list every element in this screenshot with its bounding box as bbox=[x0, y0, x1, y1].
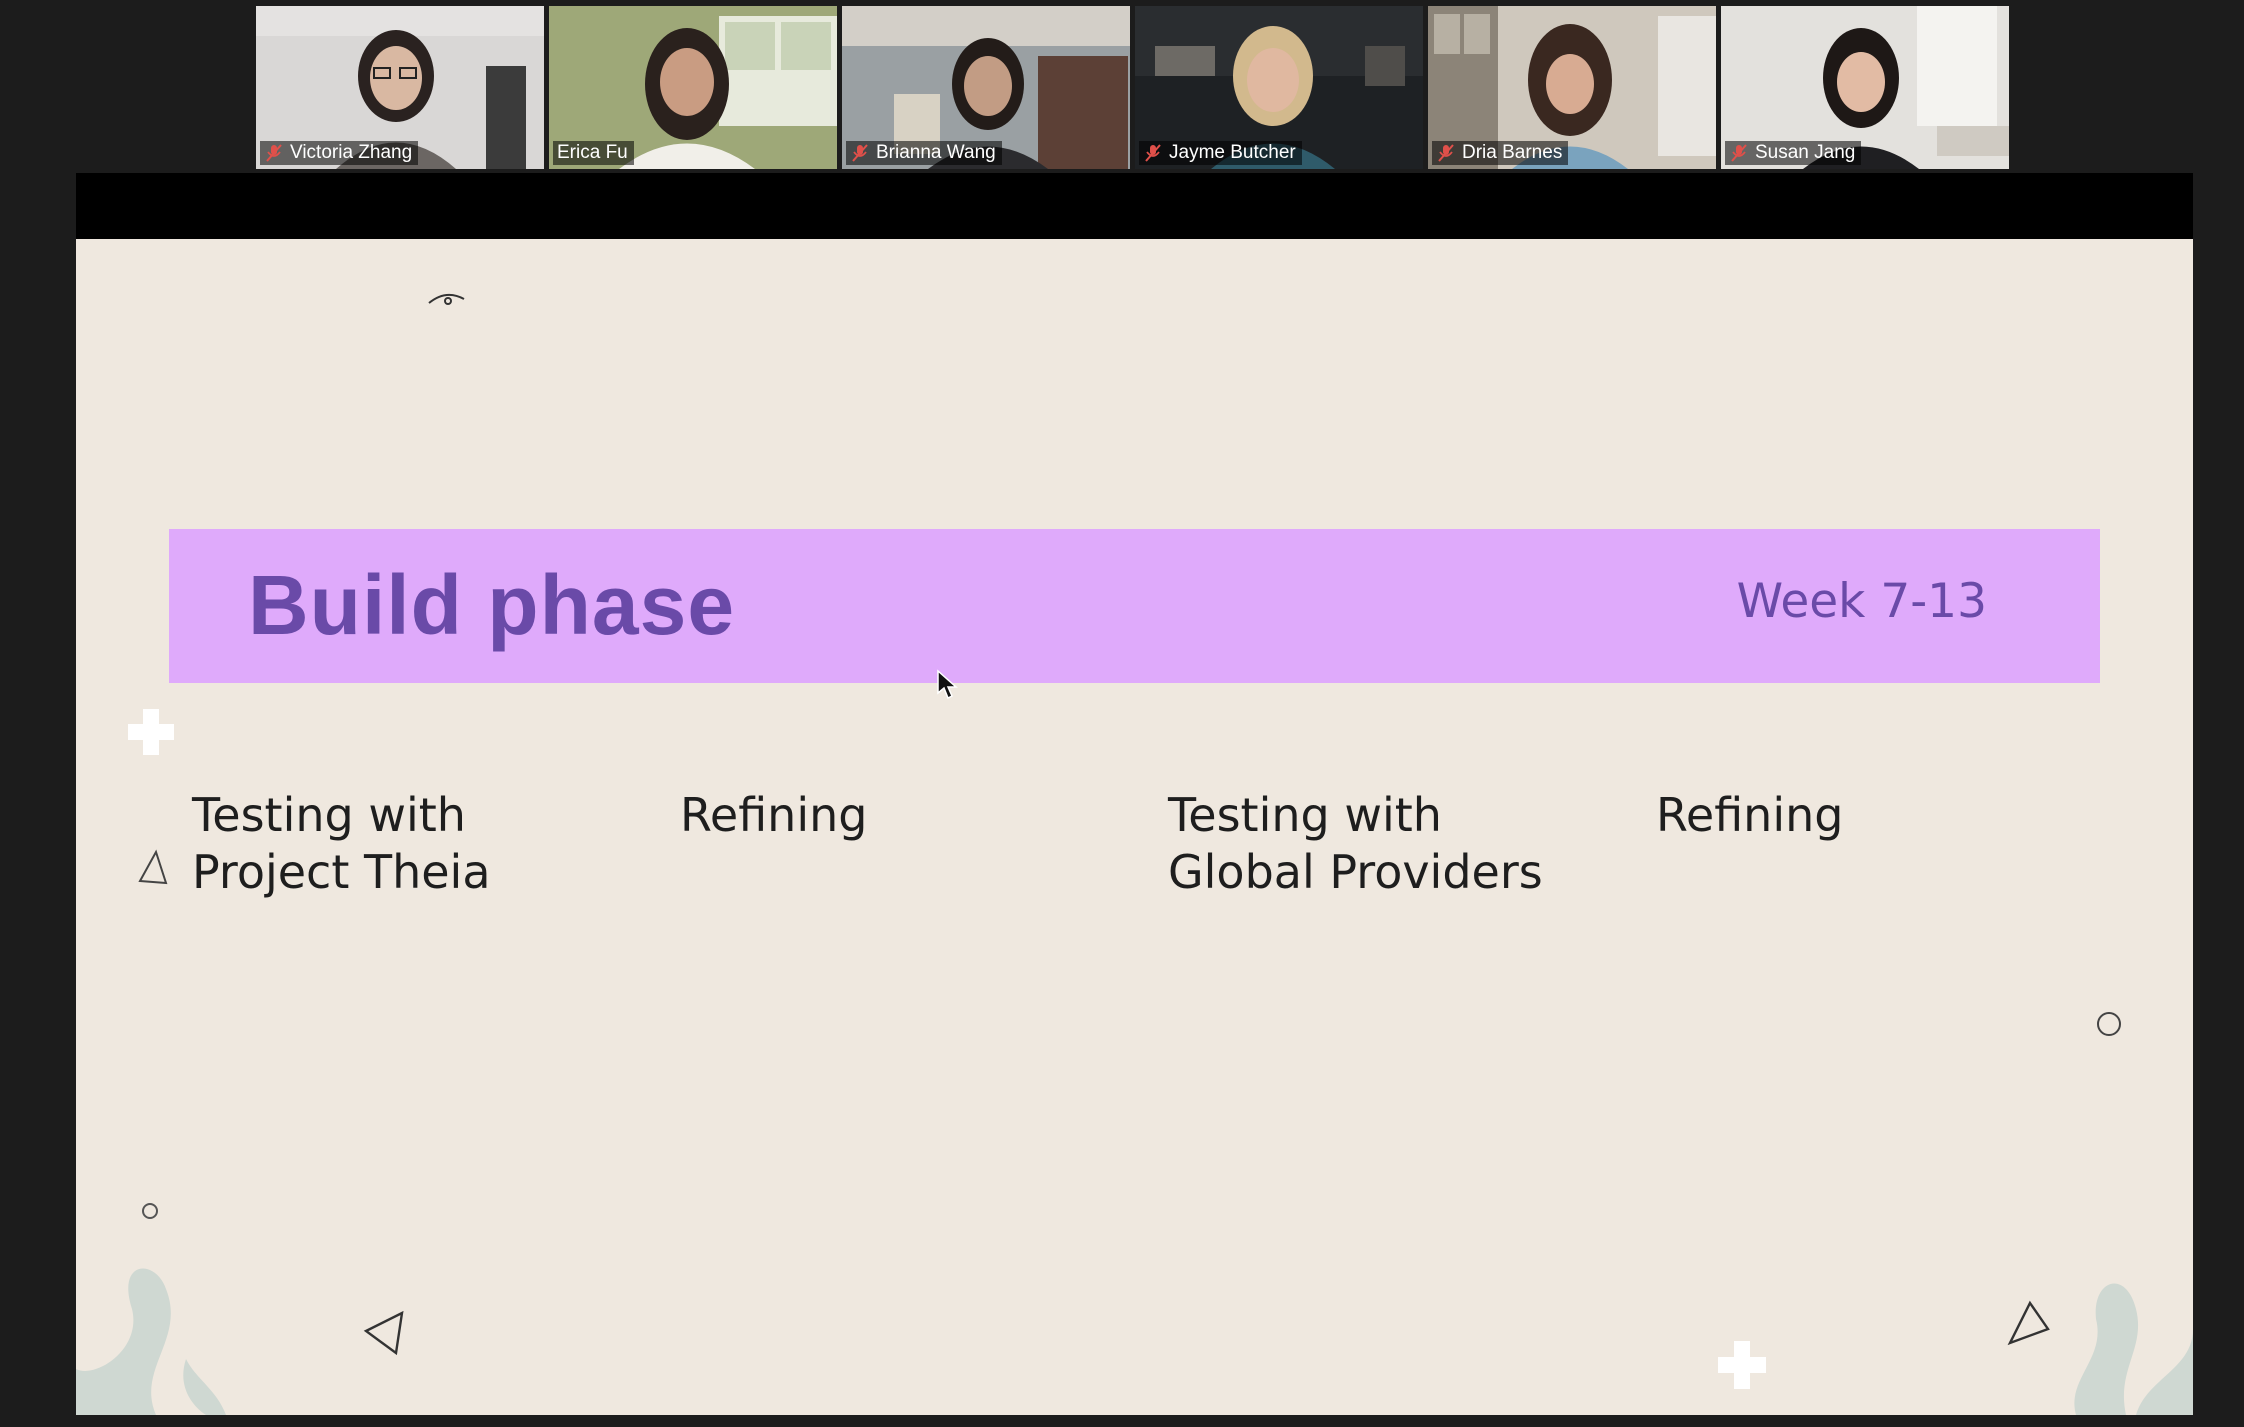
slide-column-4: Refining bbox=[1656, 787, 2126, 844]
leaf-decoration bbox=[2074, 1283, 2193, 1415]
participant-tile-jayme-butcher[interactable]: Jayme Butcher bbox=[1135, 6, 1423, 169]
participant-tile-erica-fu[interactable]: Erica Fu bbox=[549, 6, 837, 169]
participant-name: Susan Jang bbox=[1755, 142, 1856, 163]
column-line: Refining bbox=[680, 788, 868, 842]
triangle-decoration bbox=[138, 849, 168, 885]
zoom-meeting-window: Victoria Zhang Erica Fu Brianna Wang Jay… bbox=[0, 0, 2244, 1427]
column-line: Refining bbox=[1656, 788, 1844, 842]
name-tag: Dria Barnes bbox=[1432, 141, 1569, 165]
mouse-cursor-icon bbox=[937, 669, 958, 700]
plus-decoration bbox=[1718, 1341, 1766, 1389]
triangle-decoration bbox=[363, 1310, 404, 1356]
shared-screen[interactable]: Build phase Week 7-13 Testing with Proje… bbox=[76, 173, 2193, 1415]
column-line: Project Theia bbox=[192, 845, 491, 899]
leaf-decoration bbox=[76, 1268, 226, 1415]
mic-off-icon bbox=[1145, 144, 1161, 162]
slide-title: Build phase bbox=[248, 558, 736, 652]
name-tag: Brianna Wang bbox=[846, 141, 1002, 165]
column-line: Testing with bbox=[1168, 788, 1442, 842]
participant-tile-susan-jang[interactable]: Susan Jang bbox=[1721, 6, 2009, 169]
presentation-slide: Build phase Week 7-13 Testing with Proje… bbox=[76, 239, 2193, 1415]
participant-name: Dria Barnes bbox=[1462, 142, 1563, 163]
participant-tile-brianna-wang[interactable]: Brianna Wang bbox=[842, 6, 1130, 169]
name-tag: Susan Jang bbox=[1725, 141, 1862, 165]
name-tag: Jayme Butcher bbox=[1139, 141, 1302, 165]
slide-column-2: Refining bbox=[680, 787, 1150, 844]
plus-decoration bbox=[128, 709, 174, 755]
shared-screen-top-bar bbox=[76, 173, 2193, 239]
column-line: Testing with bbox=[192, 788, 466, 842]
mic-off-icon bbox=[1438, 144, 1454, 162]
slide-column-1: Testing with Project Theia bbox=[192, 787, 662, 901]
mic-off-icon bbox=[852, 144, 868, 162]
swirl-decoration bbox=[428, 293, 465, 305]
column-line: Global Providers bbox=[1168, 845, 1543, 899]
mic-off-icon bbox=[266, 144, 282, 162]
triangle-decoration bbox=[2007, 1300, 2050, 1346]
participant-name: Jayme Butcher bbox=[1169, 142, 1296, 163]
participant-tile-dria-barnes[interactable]: Dria Barnes bbox=[1428, 6, 1716, 169]
slide-column-3: Testing with Global Providers bbox=[1168, 787, 1638, 901]
mic-off-icon bbox=[1731, 144, 1747, 162]
participant-name: Victoria Zhang bbox=[290, 142, 413, 163]
name-tag: Erica Fu bbox=[553, 141, 634, 165]
slide-week-label: Week 7-13 bbox=[1736, 574, 1987, 629]
name-tag: Victoria Zhang bbox=[260, 141, 419, 165]
participant-tile-victoria-zhang[interactable]: Victoria Zhang bbox=[256, 6, 544, 169]
participant-strip: Victoria Zhang Erica Fu Brianna Wang Jay… bbox=[256, 6, 2012, 170]
participant-name: Erica Fu bbox=[557, 142, 628, 163]
circle-decoration bbox=[2097, 1012, 2121, 1036]
participant-name: Brianna Wang bbox=[876, 142, 996, 163]
small-circle-decoration bbox=[142, 1203, 158, 1219]
